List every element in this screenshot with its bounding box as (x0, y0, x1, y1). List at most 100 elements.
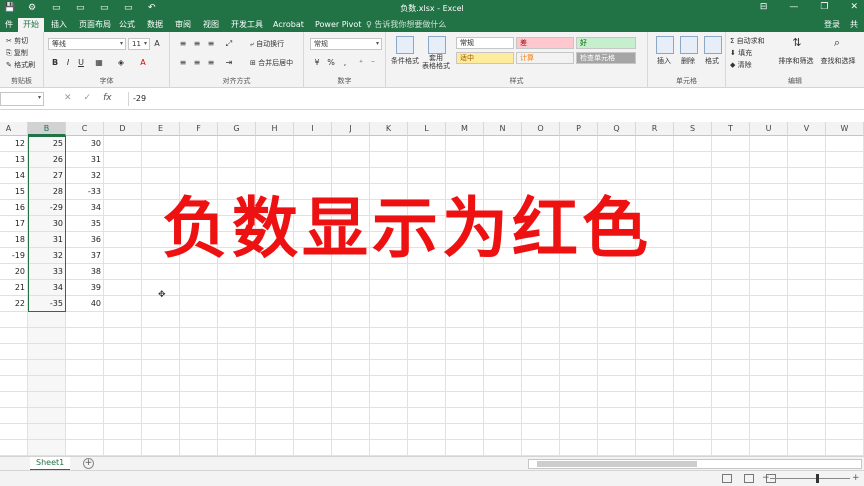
cell-a7[interactable]: 18 (0, 232, 28, 248)
cell-k11[interactable] (370, 296, 408, 312)
sort-filter-icon[interactable]: ⇅ (790, 37, 804, 52)
cell-t13[interactable] (712, 328, 750, 344)
zoom-knob[interactable] (816, 474, 819, 483)
cell-g12[interactable] (218, 312, 256, 328)
cell-l15[interactable] (408, 360, 446, 376)
cell-h20[interactable] (256, 440, 294, 456)
cell-k2[interactable] (370, 152, 408, 168)
cell-c8[interactable]: 37 (66, 248, 104, 264)
cell-v1[interactable] (788, 136, 826, 152)
cell-j14[interactable] (332, 344, 370, 360)
cell-d9[interactable] (104, 264, 142, 280)
font-name-combo[interactable]: 等线 ▾ (48, 38, 126, 50)
cell-a5[interactable]: 16 (0, 200, 28, 216)
tab-review[interactable]: 审阅 (170, 18, 196, 32)
cell-q13[interactable] (598, 328, 636, 344)
cell-t18[interactable] (712, 408, 750, 424)
cell-j16[interactable] (332, 376, 370, 392)
cell-a2[interactable]: 13 (0, 152, 28, 168)
cell-w19[interactable] (826, 424, 864, 440)
cell-k10[interactable] (370, 280, 408, 296)
wrap-text-button[interactable]: ⤶ 自动换行 (250, 39, 284, 49)
cell-w13[interactable] (826, 328, 864, 344)
cell-a15[interactable] (0, 360, 28, 376)
cell-g11[interactable] (218, 296, 256, 312)
cell-e14[interactable] (142, 344, 180, 360)
cell-p11[interactable] (560, 296, 598, 312)
cell-f1[interactable] (180, 136, 218, 152)
cell-w4[interactable] (826, 184, 864, 200)
cell-u13[interactable] (750, 328, 788, 344)
cell-n18[interactable] (484, 408, 522, 424)
cell-h16[interactable] (256, 376, 294, 392)
cell-h17[interactable] (256, 392, 294, 408)
tab-formulas[interactable]: 公式 (114, 18, 140, 32)
orientation-icon[interactable]: ⤢ (224, 39, 234, 49)
cell-w9[interactable] (826, 264, 864, 280)
cell-h3[interactable] (256, 168, 294, 184)
cell-i15[interactable] (294, 360, 332, 376)
cell-t5[interactable] (712, 200, 750, 216)
cell-v5[interactable] (788, 200, 826, 216)
cell-b20[interactable] (28, 440, 66, 456)
cell-c5[interactable]: 34 (66, 200, 104, 216)
cell-s14[interactable] (674, 344, 712, 360)
cell-w8[interactable] (826, 248, 864, 264)
cell-h11[interactable] (256, 296, 294, 312)
cell-w12[interactable] (826, 312, 864, 328)
merge-center-button[interactable]: ⊞ 合并后居中 (250, 58, 293, 68)
cell-f3[interactable] (180, 168, 218, 184)
cell-f2[interactable] (180, 152, 218, 168)
cell-d8[interactable] (104, 248, 142, 264)
cell-h14[interactable] (256, 344, 294, 360)
delete-cells-icon[interactable] (680, 36, 698, 54)
cell-a14[interactable] (0, 344, 28, 360)
cell-i14[interactable] (294, 344, 332, 360)
cell-j2[interactable] (332, 152, 370, 168)
cell-v2[interactable] (788, 152, 826, 168)
cell-n2[interactable] (484, 152, 522, 168)
cell-r1[interactable] (636, 136, 674, 152)
cell-l14[interactable] (408, 344, 446, 360)
cell-p1[interactable] (560, 136, 598, 152)
cell-q15[interactable] (598, 360, 636, 376)
cell-v7[interactable] (788, 232, 826, 248)
cell-d16[interactable] (104, 376, 142, 392)
column-header-w[interactable]: W (826, 122, 864, 136)
cell-d15[interactable] (104, 360, 142, 376)
cell-o14[interactable] (522, 344, 560, 360)
tab-developer[interactable]: 开发工具 (226, 18, 268, 32)
cell-q20[interactable] (598, 440, 636, 456)
cell-g19[interactable] (218, 424, 256, 440)
increase-decimal-icon[interactable]: ⁺ (356, 58, 366, 68)
cell-a16[interactable] (0, 376, 28, 392)
cell-k12[interactable] (370, 312, 408, 328)
cell-o16[interactable] (522, 376, 560, 392)
cell-v8[interactable] (788, 248, 826, 264)
cell-a13[interactable] (0, 328, 28, 344)
cell-c20[interactable] (66, 440, 104, 456)
cell-t3[interactable] (712, 168, 750, 184)
cell-w3[interactable] (826, 168, 864, 184)
cell-u16[interactable] (750, 376, 788, 392)
cell-u12[interactable] (750, 312, 788, 328)
cell-h13[interactable] (256, 328, 294, 344)
cell-r12[interactable] (636, 312, 674, 328)
cell-d5[interactable] (104, 200, 142, 216)
cell-t6[interactable] (712, 216, 750, 232)
tab-file[interactable]: 件 (0, 18, 18, 32)
cell-u10[interactable] (750, 280, 788, 296)
cell-g14[interactable] (218, 344, 256, 360)
cell-t4[interactable] (712, 184, 750, 200)
cell-a19[interactable] (0, 424, 28, 440)
cell-d18[interactable] (104, 408, 142, 424)
cell-d11[interactable] (104, 296, 142, 312)
cell-j12[interactable] (332, 312, 370, 328)
column-header-t[interactable]: T (712, 122, 750, 136)
cell-a1[interactable]: 12 (0, 136, 28, 152)
cell-c10[interactable]: 39 (66, 280, 104, 296)
column-header-o[interactable]: O (522, 122, 560, 136)
cell-k18[interactable] (370, 408, 408, 424)
cell-s8[interactable] (674, 248, 712, 264)
cell-n12[interactable] (484, 312, 522, 328)
